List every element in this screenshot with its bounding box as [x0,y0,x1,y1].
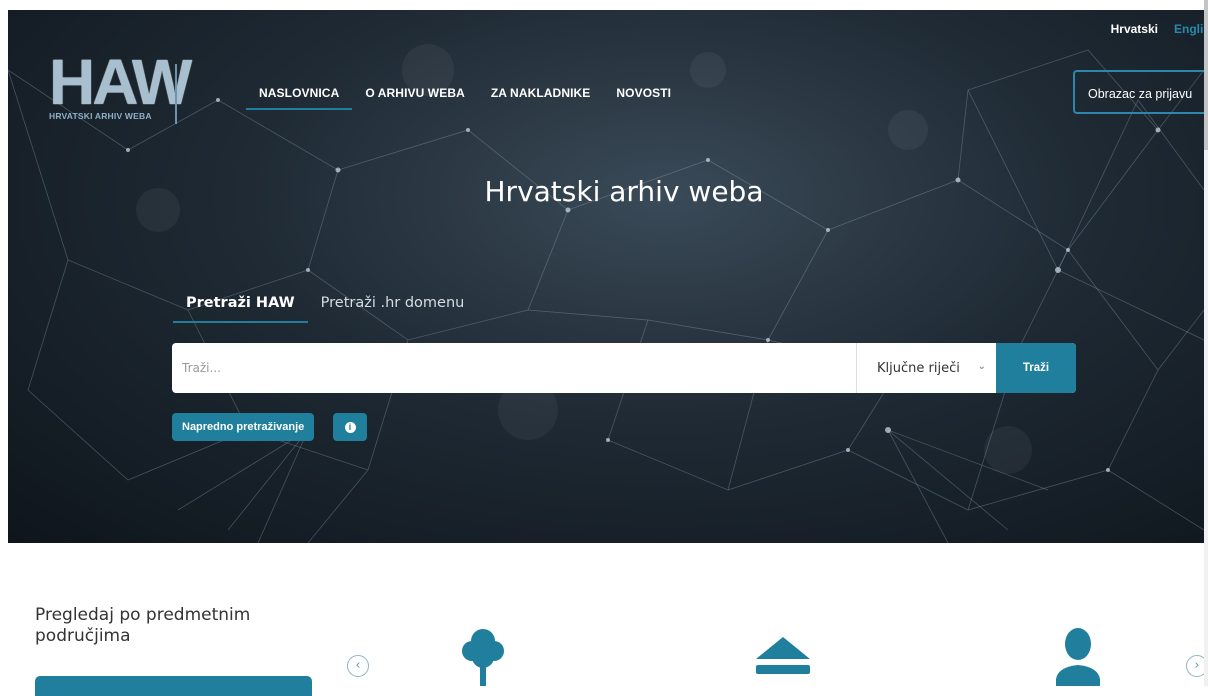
search-type-value: Ključne riječi [877,360,960,376]
carousel-prev-button[interactable]: ‹ [347,655,369,677]
info-button[interactable]: i [333,413,367,441]
eject-icon[interactable] [756,637,810,677]
nav-item-naslovnica[interactable]: NASLOVNICA [246,86,353,110]
search-button[interactable]: Traži [996,343,1076,393]
main-nav: NASLOVNICA O ARHIVU WEBA ZA NAKLADNIKE N… [246,86,684,110]
scrollbar-thumb[interactable] [1204,0,1208,150]
tree-icon[interactable] [459,627,507,686]
search-type-select[interactable]: Ključne riječi ⌄ [856,343,996,393]
browse-subjects-button[interactable] [35,676,312,696]
hero-banner: HAW HRVATSKI ARHIV WEBA NASLOVNICA O ARH… [8,10,1204,543]
nav-item-o-arhivu-weba[interactable]: O ARHIVU WEBA [352,86,478,108]
info-icon: i [344,421,356,433]
chevron-left-icon: ‹ [355,658,361,673]
search-input[interactable] [172,343,856,393]
chevron-down-icon: ⌄ [977,361,986,372]
tab-pretrazi-haw[interactable]: Pretraži HAW [173,295,308,323]
search-bar: Ključne riječi ⌄ Traži [172,343,1076,393]
browse-title-line2: područjima [35,626,131,646]
browse-subjects-heading: Pregledaj po predmetnim područjima [35,605,250,647]
logo-subtitle: HRVATSKI ARHIV WEBA [49,111,152,121]
browse-title-line1: Pregledaj po predmetnim [35,605,251,625]
scrollbar[interactable] [1204,0,1208,686]
logo-wordmark: HAW [49,46,192,118]
language-switcher: Hrvatski English [1111,22,1204,36]
nav-item-novosti[interactable]: NOVOSTI [603,86,684,108]
registration-form-button[interactable]: Obrazac za prijavu [1073,70,1204,114]
tab-pretrazi-hr-domenu[interactable]: Pretraži .hr domenu [308,295,478,323]
chevron-right-icon: › [1194,658,1200,673]
advanced-search-button[interactable]: Napredno pretraživanje [172,413,315,441]
search-tabs: Pretraži HAW Pretraži .hr domenu [173,295,477,323]
lang-english[interactable]: English [1174,22,1204,36]
haw-logo[interactable]: HAW HRVATSKI ARHIV WEBA [49,50,192,128]
person-icon[interactable] [1048,627,1108,686]
lang-hrvatski[interactable]: Hrvatski [1111,22,1158,36]
page-title: Hrvatski arhiv weba [484,175,764,208]
nav-item-za-nakladnike[interactable]: ZA NAKLADNIKE [478,86,604,108]
